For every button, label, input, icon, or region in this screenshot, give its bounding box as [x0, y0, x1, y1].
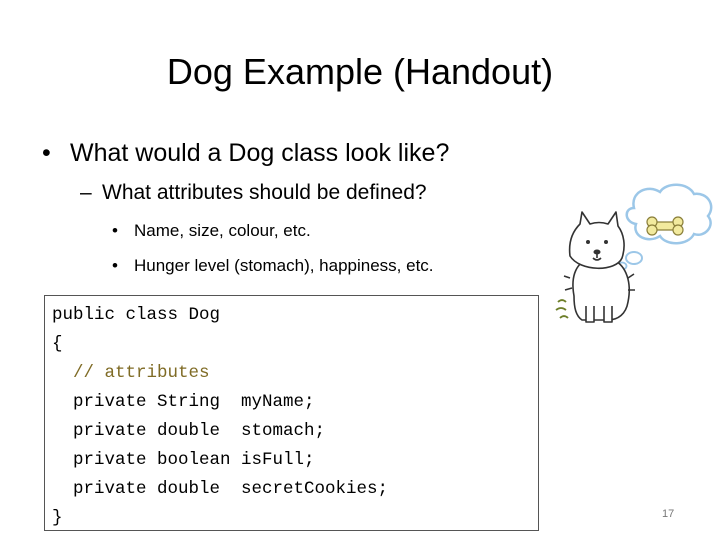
- code-line: }: [52, 508, 63, 528]
- bullet-text: Hunger level (stomach), happiness, etc.: [134, 256, 434, 275]
- code-line: private String myName;: [52, 392, 315, 412]
- code-line: {: [52, 334, 63, 354]
- bullet-marker: •: [112, 256, 118, 275]
- bullet-marker: •: [112, 221, 118, 240]
- bullet-marker: •: [42, 139, 51, 167]
- code-line: private double stomach;: [52, 421, 326, 441]
- code-comment-line: // attributes: [52, 363, 210, 383]
- bullet-hunger-level: • Hunger level (stomach), happiness, etc.: [112, 253, 434, 279]
- bullet-text: What attributes should be defined?: [102, 181, 427, 204]
- bullet-name-size: • Name, size, colour, etc.: [112, 218, 311, 244]
- bullet-marker: –: [80, 181, 92, 204]
- bullet-dog-class: • What would a Dog class look like?: [42, 136, 449, 170]
- code-block: public class Dog { // attributes private…: [44, 295, 539, 531]
- bullet-text: What would a Dog class look like?: [70, 139, 450, 167]
- bullet-text: Name, size, colour, etc.: [134, 221, 311, 240]
- dog-thinking-of-bone-icon: [555, 183, 713, 323]
- page-number: 17: [662, 508, 675, 520]
- code-line: public class Dog: [52, 305, 221, 325]
- tail-wag-marks-icon: [555, 299, 569, 319]
- bullet-attributes: – What attributes should be defined?: [80, 178, 427, 208]
- code-line: private double secretCookies;: [52, 479, 389, 499]
- slide-title: Dog Example (Handout): [166, 51, 554, 92]
- code-line: private boolean isFull;: [52, 450, 315, 470]
